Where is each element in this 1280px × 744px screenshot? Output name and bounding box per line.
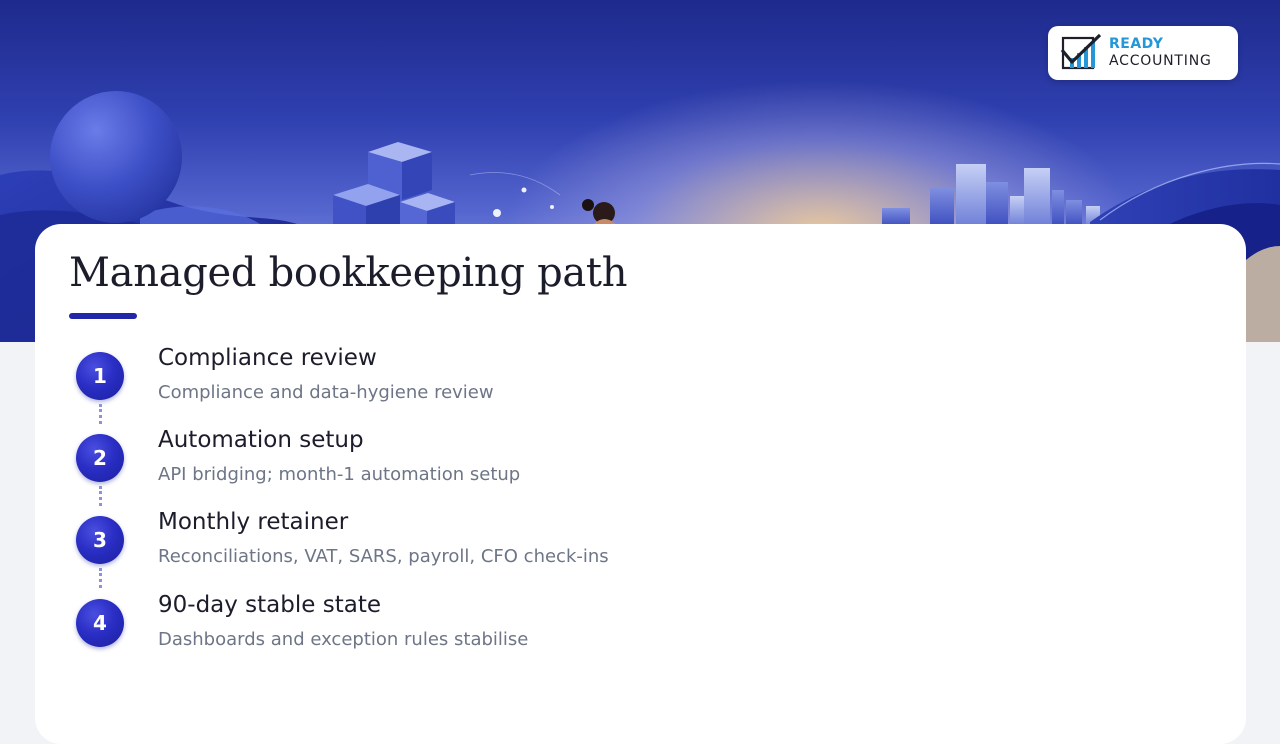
step-item-2: 2 Automation setup API bridging; month-1… — [35, 427, 1035, 514]
step-item-1: 1 Compliance review Compliance and data-… — [35, 345, 1035, 432]
step-number-badge: 1 — [76, 352, 124, 400]
cube-cluster — [333, 142, 455, 230]
logo-text-ready: READY — [1109, 36, 1164, 52]
step-title: Compliance review — [158, 345, 377, 371]
logo-text-accounting: ACCOUNTING — [1109, 53, 1212, 69]
step-title: 90-day stable state — [158, 592, 381, 618]
step-item-3: 3 Monthly retainer Reconciliations, VAT,… — [35, 509, 1035, 596]
step-number-badge: 4 — [76, 599, 124, 647]
step-connector — [99, 486, 102, 506]
content-card: Managed bookkeeping path 1 Compliance re… — [35, 224, 1246, 744]
step-description: Reconciliations, VAT, SARS, payroll, CFO… — [158, 546, 609, 567]
title-underline — [69, 313, 137, 319]
step-connector — [99, 568, 102, 588]
checkmark-bar-chart-icon — [1060, 34, 1102, 70]
step-description: Dashboards and exception rules stabilise — [158, 629, 529, 650]
person-illustration — [582, 199, 616, 224]
ready-accounting-logo: READY ACCOUNTING — [1048, 26, 1238, 80]
city-skyline — [882, 164, 1100, 226]
step-description: API bridging; month-1 automation setup — [158, 464, 521, 485]
step-description: Compliance and data-hygiene review — [158, 382, 494, 403]
slide-title: Managed bookkeeping path — [69, 250, 628, 296]
step-connector — [99, 404, 102, 424]
step-number-badge: 3 — [76, 516, 124, 564]
step-item-4: 4 90-day stable state Dashboards and exc… — [35, 592, 1035, 679]
step-number-badge: 2 — [76, 434, 124, 482]
step-title: Automation setup — [158, 427, 364, 453]
step-title: Monthly retainer — [158, 509, 349, 535]
